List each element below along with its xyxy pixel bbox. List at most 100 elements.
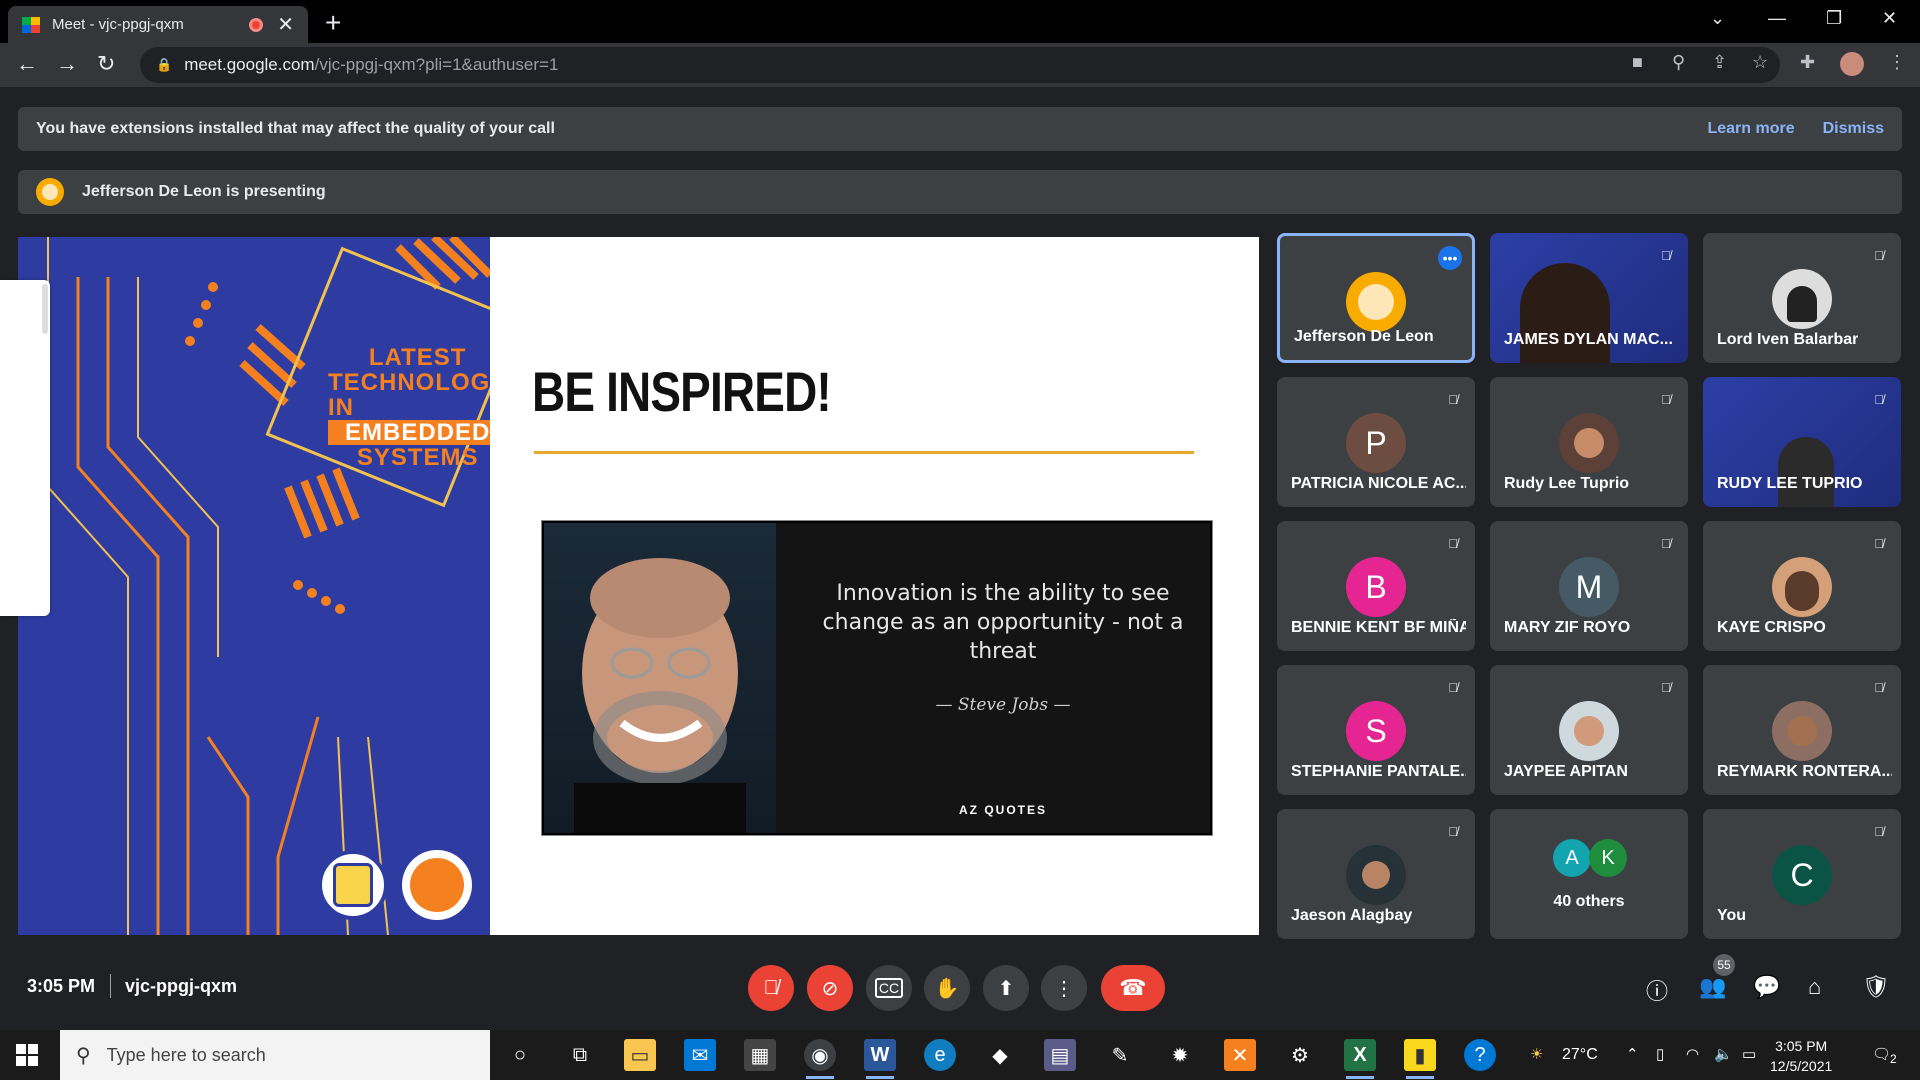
meeting-details-icon[interactable]: ⓘ [1646,974,1668,1006]
others-avatar: A [1553,839,1591,877]
battery-icon[interactable]: ▭ [1742,1045,1756,1063]
participant-tile[interactable]: 🎙̸ JAYPEE APITAN [1490,665,1688,795]
taskbar-search-box[interactable]: ⚲ Type here to search [60,1030,490,1080]
quote-brand-logo: AZ QUOTES [958,803,1047,817]
chat-icon[interactable]: 💬 [1753,974,1780,1000]
notifications-icon[interactable]: 🗨 [1872,1045,1891,1063]
learn-more-link[interactable]: Learn more [1707,120,1794,138]
side-panel-handle[interactable] [0,280,50,616]
dismiss-button[interactable]: Dismiss [1823,120,1884,138]
participant-tile[interactable]: 🎙̸ RUDY LEE TUPRIO [1703,377,1901,507]
weather-icon[interactable]: ☀ [1530,1045,1543,1063]
participant-tile[interactable]: 🎙̸ Lord Iven Balarbar [1703,233,1901,363]
notification-count: 2 [1890,1052,1897,1066]
sticky-notes-icon[interactable]: ▮ [1404,1039,1436,1079]
back-icon[interactable]: ← [16,51,38,77]
activities-icon[interactable]: ⌂ [1808,974,1821,1000]
search-placeholder: Type here to search [106,1044,266,1065]
present-screen-button[interactable]: ⬆ [983,965,1029,1011]
participant-tile[interactable]: 🎙̸ Jaeson Alagbay [1277,809,1475,939]
word-icon[interactable]: W [864,1039,896,1079]
participant-tile[interactable]: M 🎙̸ MARY ZIF ROYO [1490,521,1688,651]
participant-initial-avatar: B [1346,557,1406,617]
people-icon[interactable]: 👥 [1699,974,1726,1000]
device-icon[interactable]: ▯ [1656,1045,1664,1063]
more-options-button[interactable]: ⋮ [1041,965,1087,1011]
bookmark-star-icon[interactable]: ☆ [1752,52,1768,73]
camera-icon[interactable]: ■ [1632,52,1643,73]
participant-tile[interactable]: 🎙̸ KAYE CRISPO [1703,521,1901,651]
extensions-icon[interactable]: ✚ [1800,52,1815,73]
mail-icon[interactable]: ✉ [684,1039,716,1071]
share-icon[interactable]: ⇪ [1712,52,1727,73]
chrome-menu-icon[interactable]: ⋮ [1888,52,1906,73]
participant-name: BENNIE KENT BF MIÑA [1291,619,1466,636]
task-view-icon[interactable]: ⧉ [564,1039,596,1071]
participant-tile-others[interactable]: A K 40 others [1490,809,1688,939]
profile-avatar[interactable] [1840,52,1864,76]
restore-button[interactable]: ❐ [1826,8,1842,29]
excel-icon[interactable]: X [1344,1039,1376,1079]
browser-tab[interactable]: Meet - vjc-ppgj-qxm ✕ [8,6,308,43]
call-controls-bar: 3:05 PM vjc-ppgj-qxm 🎙̸ ⊘ CC ✋ ⬆ ⋮ ☎ ⓘ 👥… [0,950,1920,1030]
new-tab-button[interactable]: + [325,7,341,39]
quote-card: Innovation is the ability to see change … [541,520,1213,836]
dropbox-icon[interactable]: ◆ [984,1039,1016,1071]
presenter-avatar [36,178,64,206]
participant-name: Rudy Lee Tuprio [1504,475,1630,492]
paint-icon[interactable]: ✎ [1104,1039,1136,1071]
meet-favicon-icon [22,16,40,33]
help-icon[interactable]: ? [1464,1039,1496,1071]
participant-video [1778,437,1834,507]
close-window-button[interactable]: ✕ [1882,8,1897,29]
chrome-icon[interactable]: ◉ [804,1039,836,1079]
volume-icon[interactable]: 🔈 [1714,1045,1733,1063]
app-icon[interactable]: ▤ [1044,1039,1076,1071]
participant-name: PATRICIA NICOLE AC... [1291,475,1466,492]
minimize-button[interactable]: — [1768,8,1786,29]
raise-hand-button[interactable]: ✋ [924,965,970,1011]
topic-line-3: IN [328,394,354,421]
xampp-icon[interactable]: ✕ [1224,1039,1256,1071]
camera-toggle-button[interactable]: ⊘ [807,965,853,1011]
store-icon[interactable]: ▦ [744,1039,776,1071]
captions-button[interactable]: CC [866,965,912,1011]
participant-tile[interactable]: ••• Jefferson De Leon [1277,233,1475,363]
clock-date: 12/5/2021 [1770,1058,1833,1074]
weather-temperature[interactable]: 27°C [1562,1046,1598,1064]
participant-tile[interactable]: 🎙̸ JAMES DYLAN MAC... [1490,233,1688,363]
clock-time: 3:05 PM [1775,1038,1828,1054]
leave-call-button[interactable]: ☎ [1101,965,1165,1011]
reload-icon[interactable]: ↻ [97,51,115,77]
meeting-code: vjc-ppgj-qxm [125,976,238,996]
taskbar-clock[interactable]: 3:05 PM 12/5/2021 [1770,1036,1832,1076]
mic-off-icon: 🎙̸ [1448,535,1458,551]
settings-icon[interactable]: ⚙ [1284,1039,1316,1071]
more-options-icon[interactable]: ••• [1438,246,1462,270]
forward-icon[interactable]: → [56,51,78,77]
mic-toggle-button[interactable]: 🎙̸ [748,965,794,1011]
topic-line-5: SYSTEMS [356,444,479,471]
participant-tile[interactable]: 🎙̸ Rudy Lee Tuprio [1490,377,1688,507]
participant-tile[interactable]: B 🎙̸ BENNIE KENT BF MIÑA [1277,521,1475,651]
mic-off-icon: 🎙̸ [1448,823,1458,839]
mic-off-icon: 🎙̸ [1874,247,1884,263]
participant-tile[interactable]: S 🎙̸ STEPHANIE PANTALE... [1277,665,1475,795]
tab-title: Meet - vjc-ppgj-qxm [52,16,184,33]
app2-icon[interactable]: ✹ [1164,1039,1196,1071]
file-explorer-icon[interactable]: ▭ [624,1039,656,1071]
address-bar[interactable]: 🔒 meet.google.com/vjc-ppgj-qxm?pli=1&aut… [140,47,1780,83]
participant-tile-self[interactable]: C 🎙̸ You [1703,809,1901,939]
presenting-banner: Jefferson De Leon is presenting [18,170,1902,214]
windows-start-icon[interactable] [16,1044,38,1066]
edge-icon[interactable]: e [924,1039,956,1071]
tab-close-icon[interactable]: ✕ [277,12,294,37]
participant-tile[interactable]: P 🎙̸ PATRICIA NICOLE AC... [1277,377,1475,507]
participant-tile[interactable]: 🎙̸ REYMARK RONTERA... [1703,665,1901,795]
host-controls-icon[interactable]: 🛡 [1862,974,1890,1000]
zoom-icon[interactable]: ⚲ [1672,52,1685,73]
cortana-icon[interactable]: ○ [504,1039,536,1071]
tray-expand-icon[interactable]: ⌃ [1626,1045,1639,1063]
wifi-icon[interactable]: ◠ [1686,1045,1699,1063]
tab-search-icon[interactable]: ⌄ [1710,8,1725,29]
